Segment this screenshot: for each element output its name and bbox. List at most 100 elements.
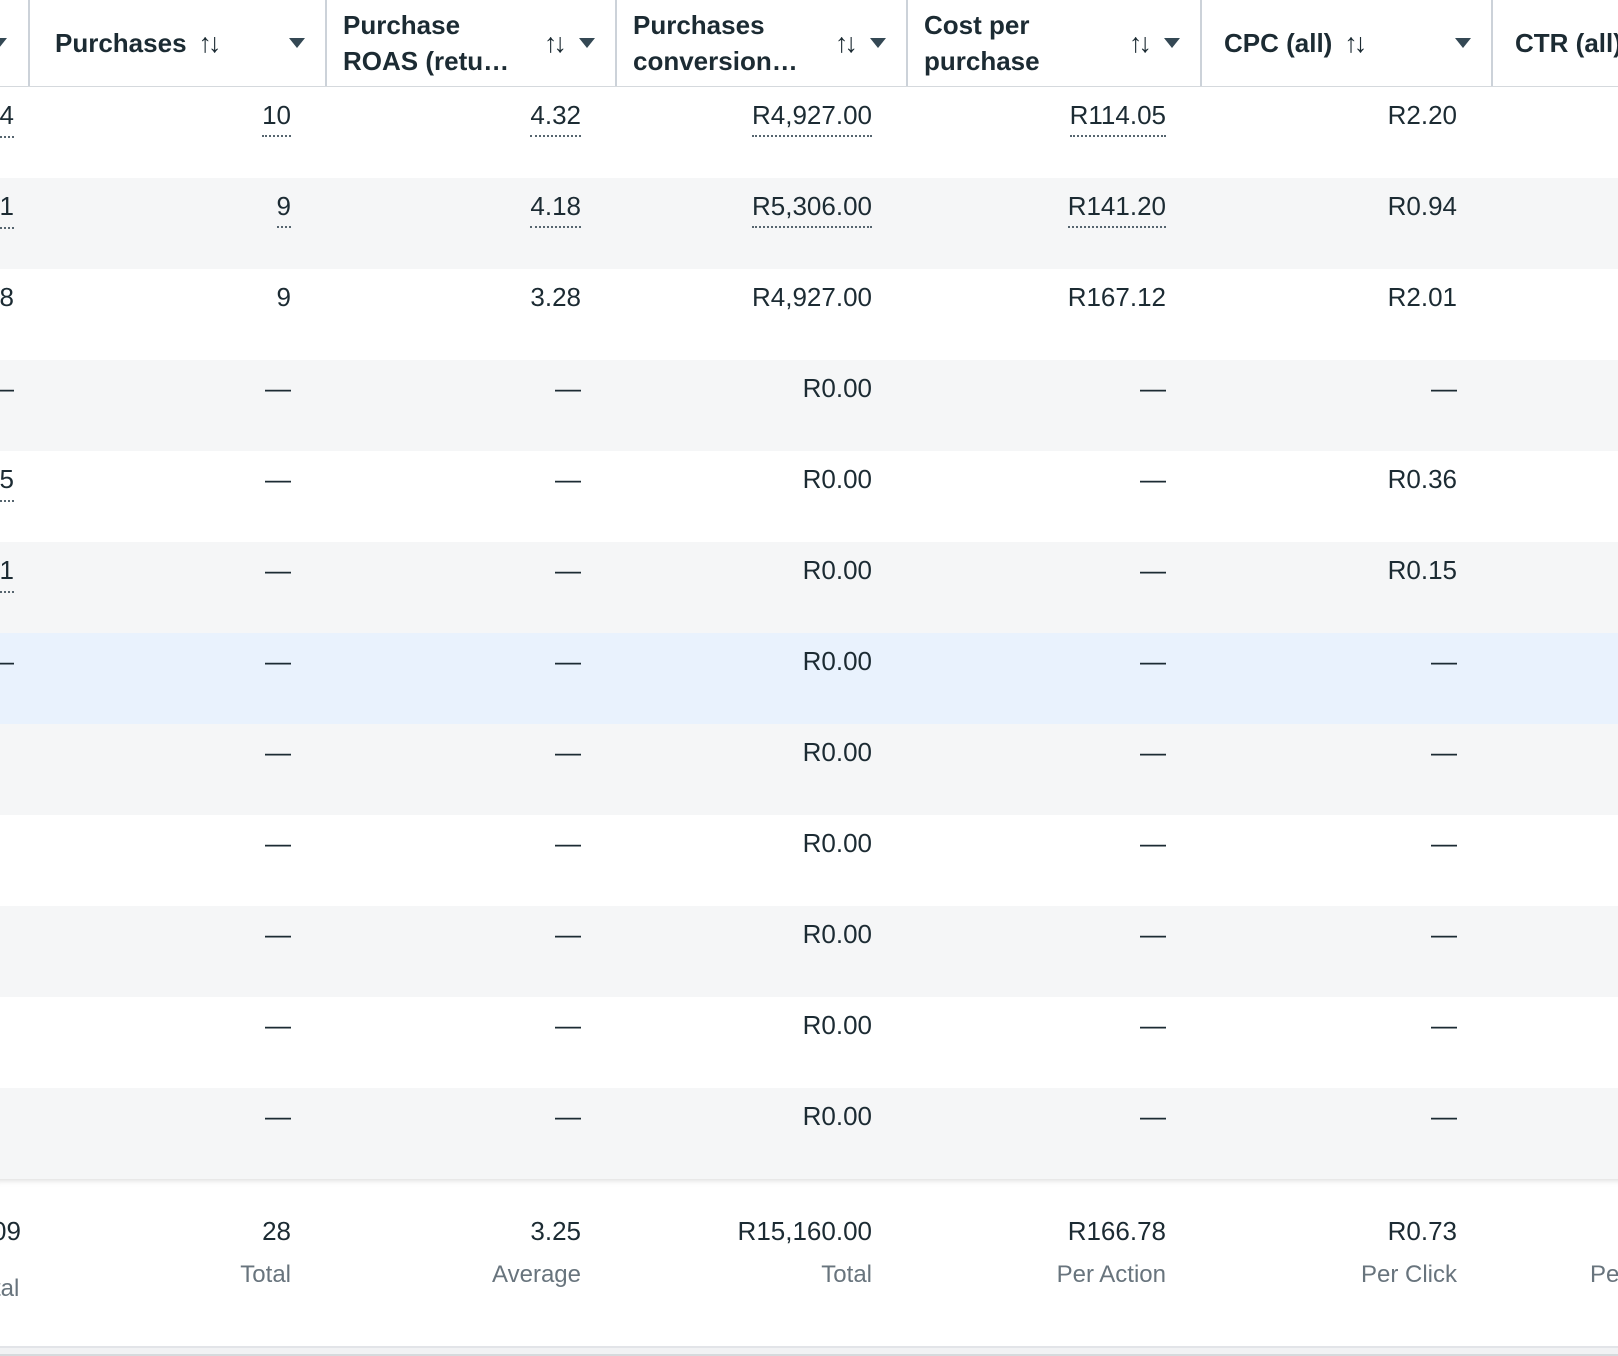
cell-ctr-all xyxy=(1493,542,1618,633)
cell-value: R0.00 xyxy=(803,373,872,403)
chevron-down-icon[interactable] xyxy=(870,38,886,48)
total-partial-label: tal xyxy=(0,1275,19,1303)
column-header-cost-per-purchase[interactable]: Cost perpurchase ↑↓ xyxy=(908,0,1202,86)
cell-value: — xyxy=(265,464,291,494)
sort-icon[interactable]: ↑↓ xyxy=(835,28,854,59)
cell-value: — xyxy=(1431,737,1457,767)
horizontal-scrollbar-track[interactable] xyxy=(0,1346,1618,1356)
cell-value: — xyxy=(1140,373,1166,403)
cell-value[interactable]: R114.05 xyxy=(1070,100,1166,137)
column-header-hidden-left xyxy=(0,0,30,86)
table-row: 4104.32R4,927.00R114.05R2.20 xyxy=(0,87,1618,178)
cell-cost-per-purchase[interactable]: R141.20 xyxy=(908,178,1202,269)
cell-purchase-roas: — xyxy=(327,815,617,906)
column-label-group: Purchasesconversion… xyxy=(617,7,798,79)
sort-icon[interactable]: ↑↓ xyxy=(199,28,218,59)
cell-partial-left[interactable]: 1 xyxy=(0,542,30,633)
cell-purchase-roas: — xyxy=(327,451,617,542)
column-header-purchases[interactable]: Purchases ↑↓ xyxy=(30,0,327,86)
cell-cpc-all: R0.36 xyxy=(1202,451,1493,542)
cell-purchases-conversion-value: R0.00 xyxy=(617,815,908,906)
partial-value[interactable]: 4 xyxy=(0,100,14,138)
cell-value: 9 xyxy=(277,282,291,312)
cell-purchases-conversion-value: R0.00 xyxy=(617,1088,908,1179)
chevron-down-icon[interactable] xyxy=(1164,38,1180,48)
cell-cost-per-purchase[interactable]: R114.05 xyxy=(908,87,1202,178)
cell-partial-left[interactable]: 4 xyxy=(0,87,30,178)
cell-value: R0.36 xyxy=(1388,464,1457,494)
cell-value[interactable]: 4.18 xyxy=(530,191,581,228)
column-header-cpc-all[interactable]: CPC (all)↑↓ xyxy=(1202,0,1493,86)
total-purchase-roas: 3.25Average xyxy=(327,1179,617,1346)
cell-value: — xyxy=(1140,1010,1166,1040)
partial-value[interactable]: 5 xyxy=(0,464,14,502)
cell-partial-left xyxy=(0,906,30,997)
cell-value: — xyxy=(265,828,291,858)
sort-icon[interactable]: ↑↓ xyxy=(544,28,563,59)
cell-cpc-all: — xyxy=(1202,360,1493,451)
chevron-down-icon[interactable] xyxy=(289,38,305,48)
cell-purchases: — xyxy=(30,724,327,815)
column-label-group: Purchases ↑↓ xyxy=(30,25,218,61)
cell-partial-left: — xyxy=(0,360,30,451)
cell-value: — xyxy=(1431,1101,1457,1131)
cell-value: — xyxy=(1431,373,1457,403)
cell-value: — xyxy=(1431,828,1457,858)
cell-value[interactable]: R4,927.00 xyxy=(752,100,872,137)
cell-value: R167.12 xyxy=(1068,282,1166,312)
cell-value: — xyxy=(555,646,581,676)
cell-value[interactable]: R141.20 xyxy=(1068,191,1166,228)
sort-icon[interactable]: ↑↓ xyxy=(1344,28,1363,59)
cell-purchases-conversion-value[interactable]: R4,927.00 xyxy=(617,87,908,178)
cell-value[interactable]: 10 xyxy=(262,100,291,137)
table-row: 893.28R4,927.00R167.12R2.01 xyxy=(0,269,1618,360)
cell-partial-left xyxy=(0,997,30,1088)
cell-purchases: — xyxy=(30,451,327,542)
sort-icon[interactable]: ↑↓ xyxy=(1129,28,1148,59)
cell-value[interactable]: 9 xyxy=(277,191,291,228)
total-cpc-all: R0.73Per Click xyxy=(1202,1179,1493,1346)
column-header-purchase-roas[interactable]: PurchaseROAS (retu…↑↓ xyxy=(327,0,617,86)
cell-partial-left[interactable]: 5 xyxy=(0,451,30,542)
cell-value[interactable]: R5,306.00 xyxy=(752,191,872,228)
cell-value: — xyxy=(555,1101,581,1131)
cell-purchase-roas[interactable]: 4.18 xyxy=(327,178,617,269)
partial-value[interactable]: 1 xyxy=(0,555,14,593)
cell-value: R0.00 xyxy=(803,464,872,494)
column-label: CTR (all) xyxy=(1515,25,1618,61)
cell-value: — xyxy=(555,373,581,403)
chevron-down-icon[interactable] xyxy=(579,38,595,48)
cell-partial-left[interactable]: 1 xyxy=(0,178,30,269)
cell-value[interactable]: 4.32 xyxy=(530,100,581,137)
cell-value: — xyxy=(1431,1010,1457,1040)
cell-ctr-all xyxy=(1493,1088,1618,1179)
column-label: Purchases xyxy=(55,25,187,61)
cell-ctr-all xyxy=(1493,997,1618,1088)
column-label: Cost perpurchase xyxy=(924,7,1040,79)
header-controls xyxy=(289,38,325,48)
cell-value: — xyxy=(265,919,291,949)
cell-purchases[interactable]: 9 xyxy=(30,178,327,269)
cell-purchases-conversion-value: R0.00 xyxy=(617,633,908,724)
partial-value[interactable]: 1 xyxy=(0,191,14,229)
cell-value: R0.00 xyxy=(803,1101,872,1131)
cell-value: R2.01 xyxy=(1388,282,1457,312)
total-label: Pe xyxy=(1590,1261,1618,1289)
total-value: R15,160.00 xyxy=(617,1215,872,1247)
cell-ctr-all xyxy=(1493,269,1618,360)
cell-partial-left xyxy=(0,1088,30,1179)
cell-value: — xyxy=(1140,1101,1166,1131)
cell-purchases-conversion-value[interactable]: R5,306.00 xyxy=(617,178,908,269)
column-label: Purchasesconversion… xyxy=(633,7,798,79)
cell-purchase-roas[interactable]: 4.32 xyxy=(327,87,617,178)
cell-ctr-all xyxy=(1493,178,1618,269)
cell-purchases[interactable]: 10 xyxy=(30,87,327,178)
cell-value: — xyxy=(555,919,581,949)
partial-value: — xyxy=(0,646,14,677)
chevron-down-icon[interactable] xyxy=(0,38,7,48)
column-header-ctr-all[interactable]: CTR (all) xyxy=(1493,0,1618,86)
cell-ctr-all xyxy=(1493,360,1618,451)
chevron-down-icon[interactable] xyxy=(1455,38,1471,48)
column-header-purchases-conversion-value[interactable]: Purchasesconversion… ↑↓ xyxy=(617,0,908,86)
table-row: 194.18R5,306.00R141.20R0.94 xyxy=(0,178,1618,269)
